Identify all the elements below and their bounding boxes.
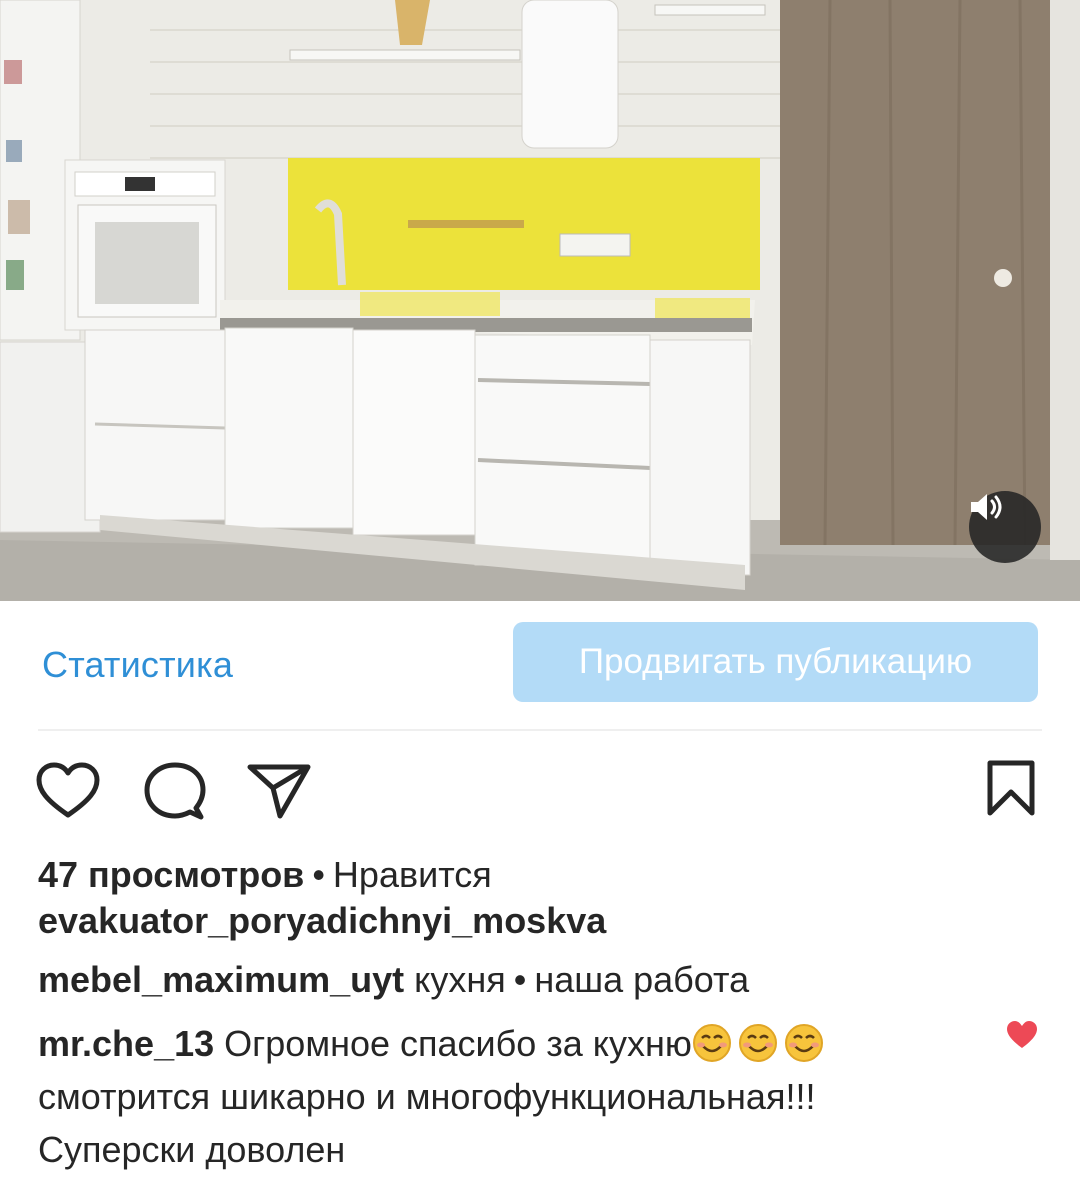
liked-by-label: Нравится — [332, 854, 492, 895]
smiling-face-emoji — [738, 1024, 777, 1062]
speaker-icon — [971, 494, 1002, 520]
caption-text-2: наша работа — [534, 959, 750, 1000]
smiling-face-emoji — [692, 1024, 731, 1062]
promote-post-button[interactable]: Продвигать публикацию — [513, 622, 1038, 702]
comment-line-1: mr.che_13 Огромное спасибо за кухню — [38, 1022, 830, 1066]
views-line: 47 просмотров • Нравится — [38, 853, 492, 897]
sound-toggle-button[interactable] — [969, 491, 1041, 563]
bookmark-icon[interactable] — [985, 760, 1037, 816]
comment-username[interactable]: mr.che_13 — [38, 1023, 214, 1064]
comment-text-2: смотрится шикарно и многофункциональная!… — [38, 1076, 816, 1117]
liked-by-user[interactable]: evakuator_poryadichnyi_moskva — [38, 899, 606, 943]
caption-text-1: кухня — [414, 959, 506, 1000]
post-video[interactable] — [0, 0, 1080, 601]
caption-separator: • — [513, 959, 527, 1000]
comment-text-1: Огромное спасибо за кухню — [224, 1023, 692, 1064]
author-username[interactable]: mebel_maximum_uyt — [38, 959, 404, 1000]
heart-outline-icon[interactable] — [36, 762, 100, 820]
views-count[interactable]: 47 просмотров — [38, 854, 304, 895]
comment-icon[interactable] — [143, 762, 207, 822]
post-caption: mebel_maximum_uyt кухня • наша работа — [38, 958, 749, 1002]
comment-text-3: Суперски доволен — [38, 1129, 346, 1170]
emoji-group — [692, 1023, 830, 1064]
paper-plane-icon[interactable] — [246, 762, 312, 820]
divider — [38, 729, 1042, 731]
kitchen-photo — [0, 0, 1080, 601]
comment-like-heart-icon[interactable] — [1006, 1020, 1038, 1050]
smiling-face-emoji — [784, 1024, 823, 1062]
separator-dot: • — [312, 854, 325, 895]
statistics-link[interactable]: Статистика — [42, 644, 233, 686]
